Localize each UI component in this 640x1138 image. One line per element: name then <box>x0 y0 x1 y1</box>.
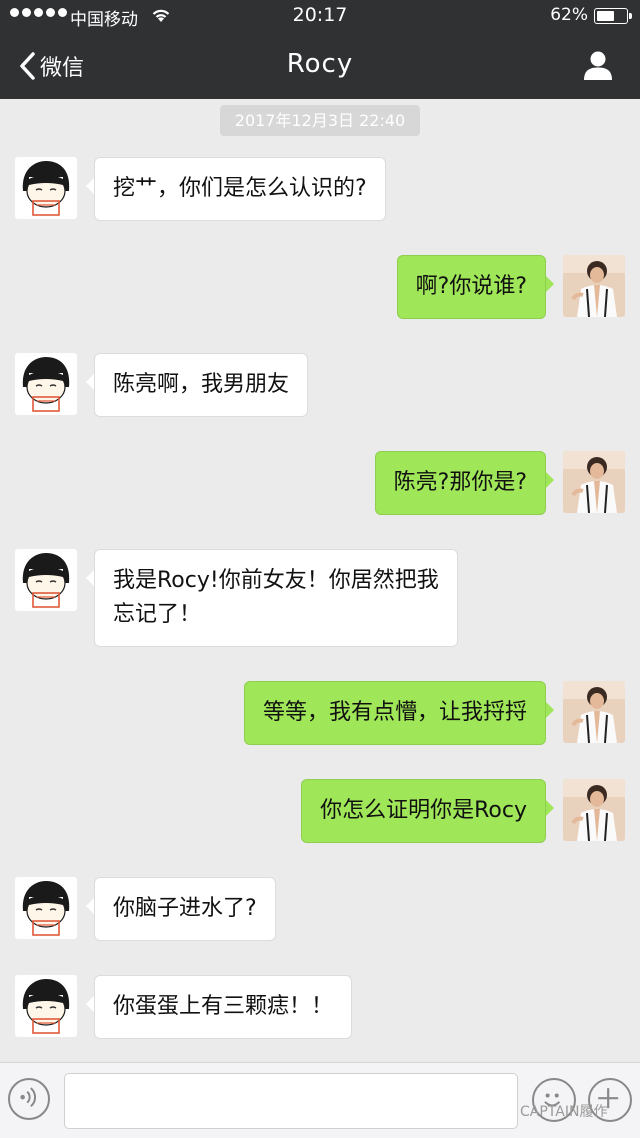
user-avatar[interactable] <box>563 779 625 841</box>
message-bubble-outgoing[interactable]: 陈亮?那你是? <box>374 451 555 515</box>
input-bar: CAPTAIN履作 <box>0 1062 640 1138</box>
profile-icon[interactable] <box>582 49 614 81</box>
message-bubble-incoming[interactable]: 陈亮啊，我男朋友 <box>85 353 309 417</box>
message-bubble-outgoing[interactable]: 等等，我有点懵，让我捋捋 <box>243 681 555 745</box>
message-bubble-incoming[interactable]: 挖艹，你们是怎么认识的? <box>86 157 386 221</box>
message-bubble-incoming[interactable]: 你脑子进水了? <box>86 877 276 941</box>
nav-bar: 微信 Rocy <box>0 32 640 99</box>
battery-icon <box>594 8 632 24</box>
contact-avatar[interactable] <box>15 353 77 415</box>
message-bubble-incoming[interactable]: 我是Rocy!你前女友！你居然把我 忘记了！ <box>86 549 458 647</box>
contact-avatar[interactable] <box>15 975 77 1037</box>
contact-avatar[interactable] <box>15 157 77 219</box>
message-bubble-incoming[interactable]: 你蛋蛋上有三颗痣！！ <box>85 975 353 1039</box>
contact-avatar[interactable] <box>15 549 77 611</box>
battery-percent: 62% <box>550 5 588 25</box>
user-avatar[interactable] <box>563 255 625 317</box>
user-avatar[interactable] <box>563 681 625 743</box>
chat-title: Rocy <box>286 49 354 79</box>
user-avatar[interactable] <box>563 451 625 513</box>
contact-avatar[interactable] <box>15 877 77 939</box>
voice-wave-icon <box>20 1087 37 1108</box>
message-input[interactable] <box>64 1073 518 1129</box>
battery-fill <box>597 11 614 21</box>
status-bar: 中国移动 20:17 62% <box>0 0 640 32</box>
message-bubble-outgoing[interactable]: 啊?你说谁? <box>396 255 555 319</box>
watermark: CAPTAIN履作 <box>520 1104 608 1120</box>
clock: 20:17 <box>292 4 348 26</box>
message-bubble-outgoing[interactable]: 你怎么证明你是Rocy <box>301 779 554 843</box>
voice-input-button[interactable] <box>8 1078 50 1120</box>
timestamp-badge: 2017年12月3日 22:40 <box>220 105 420 136</box>
chat-area[interactable]: 2017年12月3日 22:40 挖艹，你们是怎么认识的? 啊?你说谁? 陈亮啊… <box>0 99 640 1062</box>
